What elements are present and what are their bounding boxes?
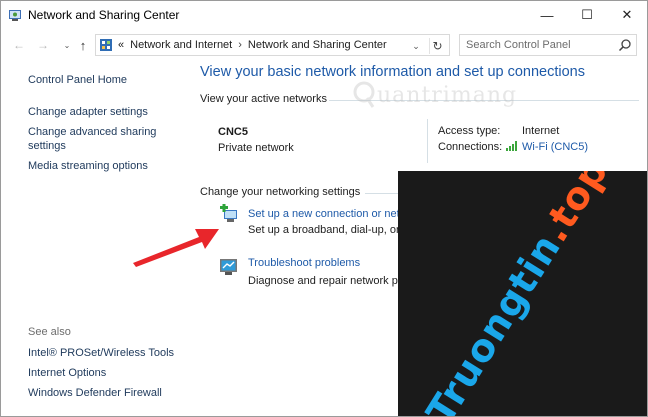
access-type-label: Access type: [438, 125, 501, 137]
title-bar: Network and Sharing Center — ☐ ✕ [1, 1, 647, 29]
watermark-logo: uantrimang [353, 79, 523, 113]
watermark-q-icon [353, 81, 375, 108]
minimize-button[interactable]: — [527, 1, 567, 29]
connection-entry: Wi-Fi (CNC5) [506, 141, 588, 153]
control-panel-home-link[interactable]: Control Panel Home [28, 73, 178, 87]
change-adapter-settings-link[interactable]: Change adapter settings [28, 105, 178, 119]
page-title: View your basic network information and … [200, 64, 586, 80]
close-button[interactable]: ✕ [607, 1, 647, 29]
address-dropdown-button[interactable]: ⌄ [408, 38, 424, 54]
troubleshoot-icon [220, 259, 237, 275]
internet-options-link[interactable]: Internet Options [28, 366, 178, 380]
connections-label: Connections: [438, 141, 503, 153]
see-also-label: See also [28, 326, 71, 338]
breadcrumb-separator[interactable]: › [238, 39, 242, 51]
maximize-button[interactable]: ☐ [567, 1, 607, 29]
control-panel-icon [100, 39, 112, 51]
promo-text: Truongtin.top [417, 171, 617, 417]
new-connection-icon [220, 204, 237, 222]
promo-text-brand: Truongtin [417, 226, 570, 417]
back-button[interactable]: ← [9, 35, 29, 55]
troubleshoot-problems-desc: Diagnose and repair network pro [248, 275, 408, 287]
wifi-connection-link[interactable]: Wi-Fi (CNC5) [522, 141, 588, 153]
breadcrumb-network-internet[interactable]: Network and Internet [130, 39, 232, 51]
defender-firewall-link[interactable]: Windows Defender Firewall [28, 386, 178, 400]
active-networks-heading: View your active networks [200, 93, 327, 105]
red-arrow-annotation [133, 229, 219, 267]
breadcrumb-network-sharing-center[interactable]: Network and Sharing Center [248, 39, 387, 51]
navigation-bar: ← → ⌄ ↑ « Network and Internet › Network an… [1, 29, 647, 61]
network-center-icon [9, 10, 21, 21]
setup-connection-link[interactable]: Set up a new connection or netw [248, 208, 408, 220]
promo-banner: Truongtin.top [398, 171, 647, 417]
up-button[interactable]: ↑ [73, 35, 93, 55]
search-icon[interactable] [618, 38, 632, 52]
breadcrumb-overflow[interactable]: « [118, 39, 124, 51]
network-category: Private network [218, 142, 294, 154]
access-type-value: Internet [522, 125, 560, 137]
forward-button[interactable]: → [33, 35, 53, 55]
refresh-button[interactable]: ↻ [429, 38, 445, 54]
change-advanced-sharing-link[interactable]: Change advanced sharing settings [28, 125, 178, 153]
setup-connection-desc: Set up a broadband, dial-up, or V [248, 224, 411, 236]
search-input[interactable]: Search Control Panel [459, 34, 637, 56]
breadcrumb: « Network and Internet › Network and Sharin… [118, 39, 393, 51]
network-sharing-center-window: Network and Sharing Center — ☐ ✕ ← → ⌄ ↑… [0, 0, 648, 417]
change-settings-heading: Change your networking settings [200, 186, 361, 198]
wifi-signal-icon [506, 141, 517, 151]
address-bar[interactable]: « Network and Internet › Network and Sharin… [95, 34, 450, 56]
troubleshoot-problems-link[interactable]: Troubleshoot problems [248, 257, 360, 269]
network-name: CNC5 [218, 126, 248, 138]
window-title: Network and Sharing Center [28, 8, 180, 22]
watermark-text: uantrimang [377, 83, 518, 108]
intel-proset-link[interactable]: Intel® PROSet/Wireless Tools [28, 346, 178, 360]
media-streaming-link[interactable]: Media streaming options [28, 159, 178, 173]
network-info-divider [427, 119, 428, 163]
search-placeholder: Search Control Panel [466, 39, 571, 51]
